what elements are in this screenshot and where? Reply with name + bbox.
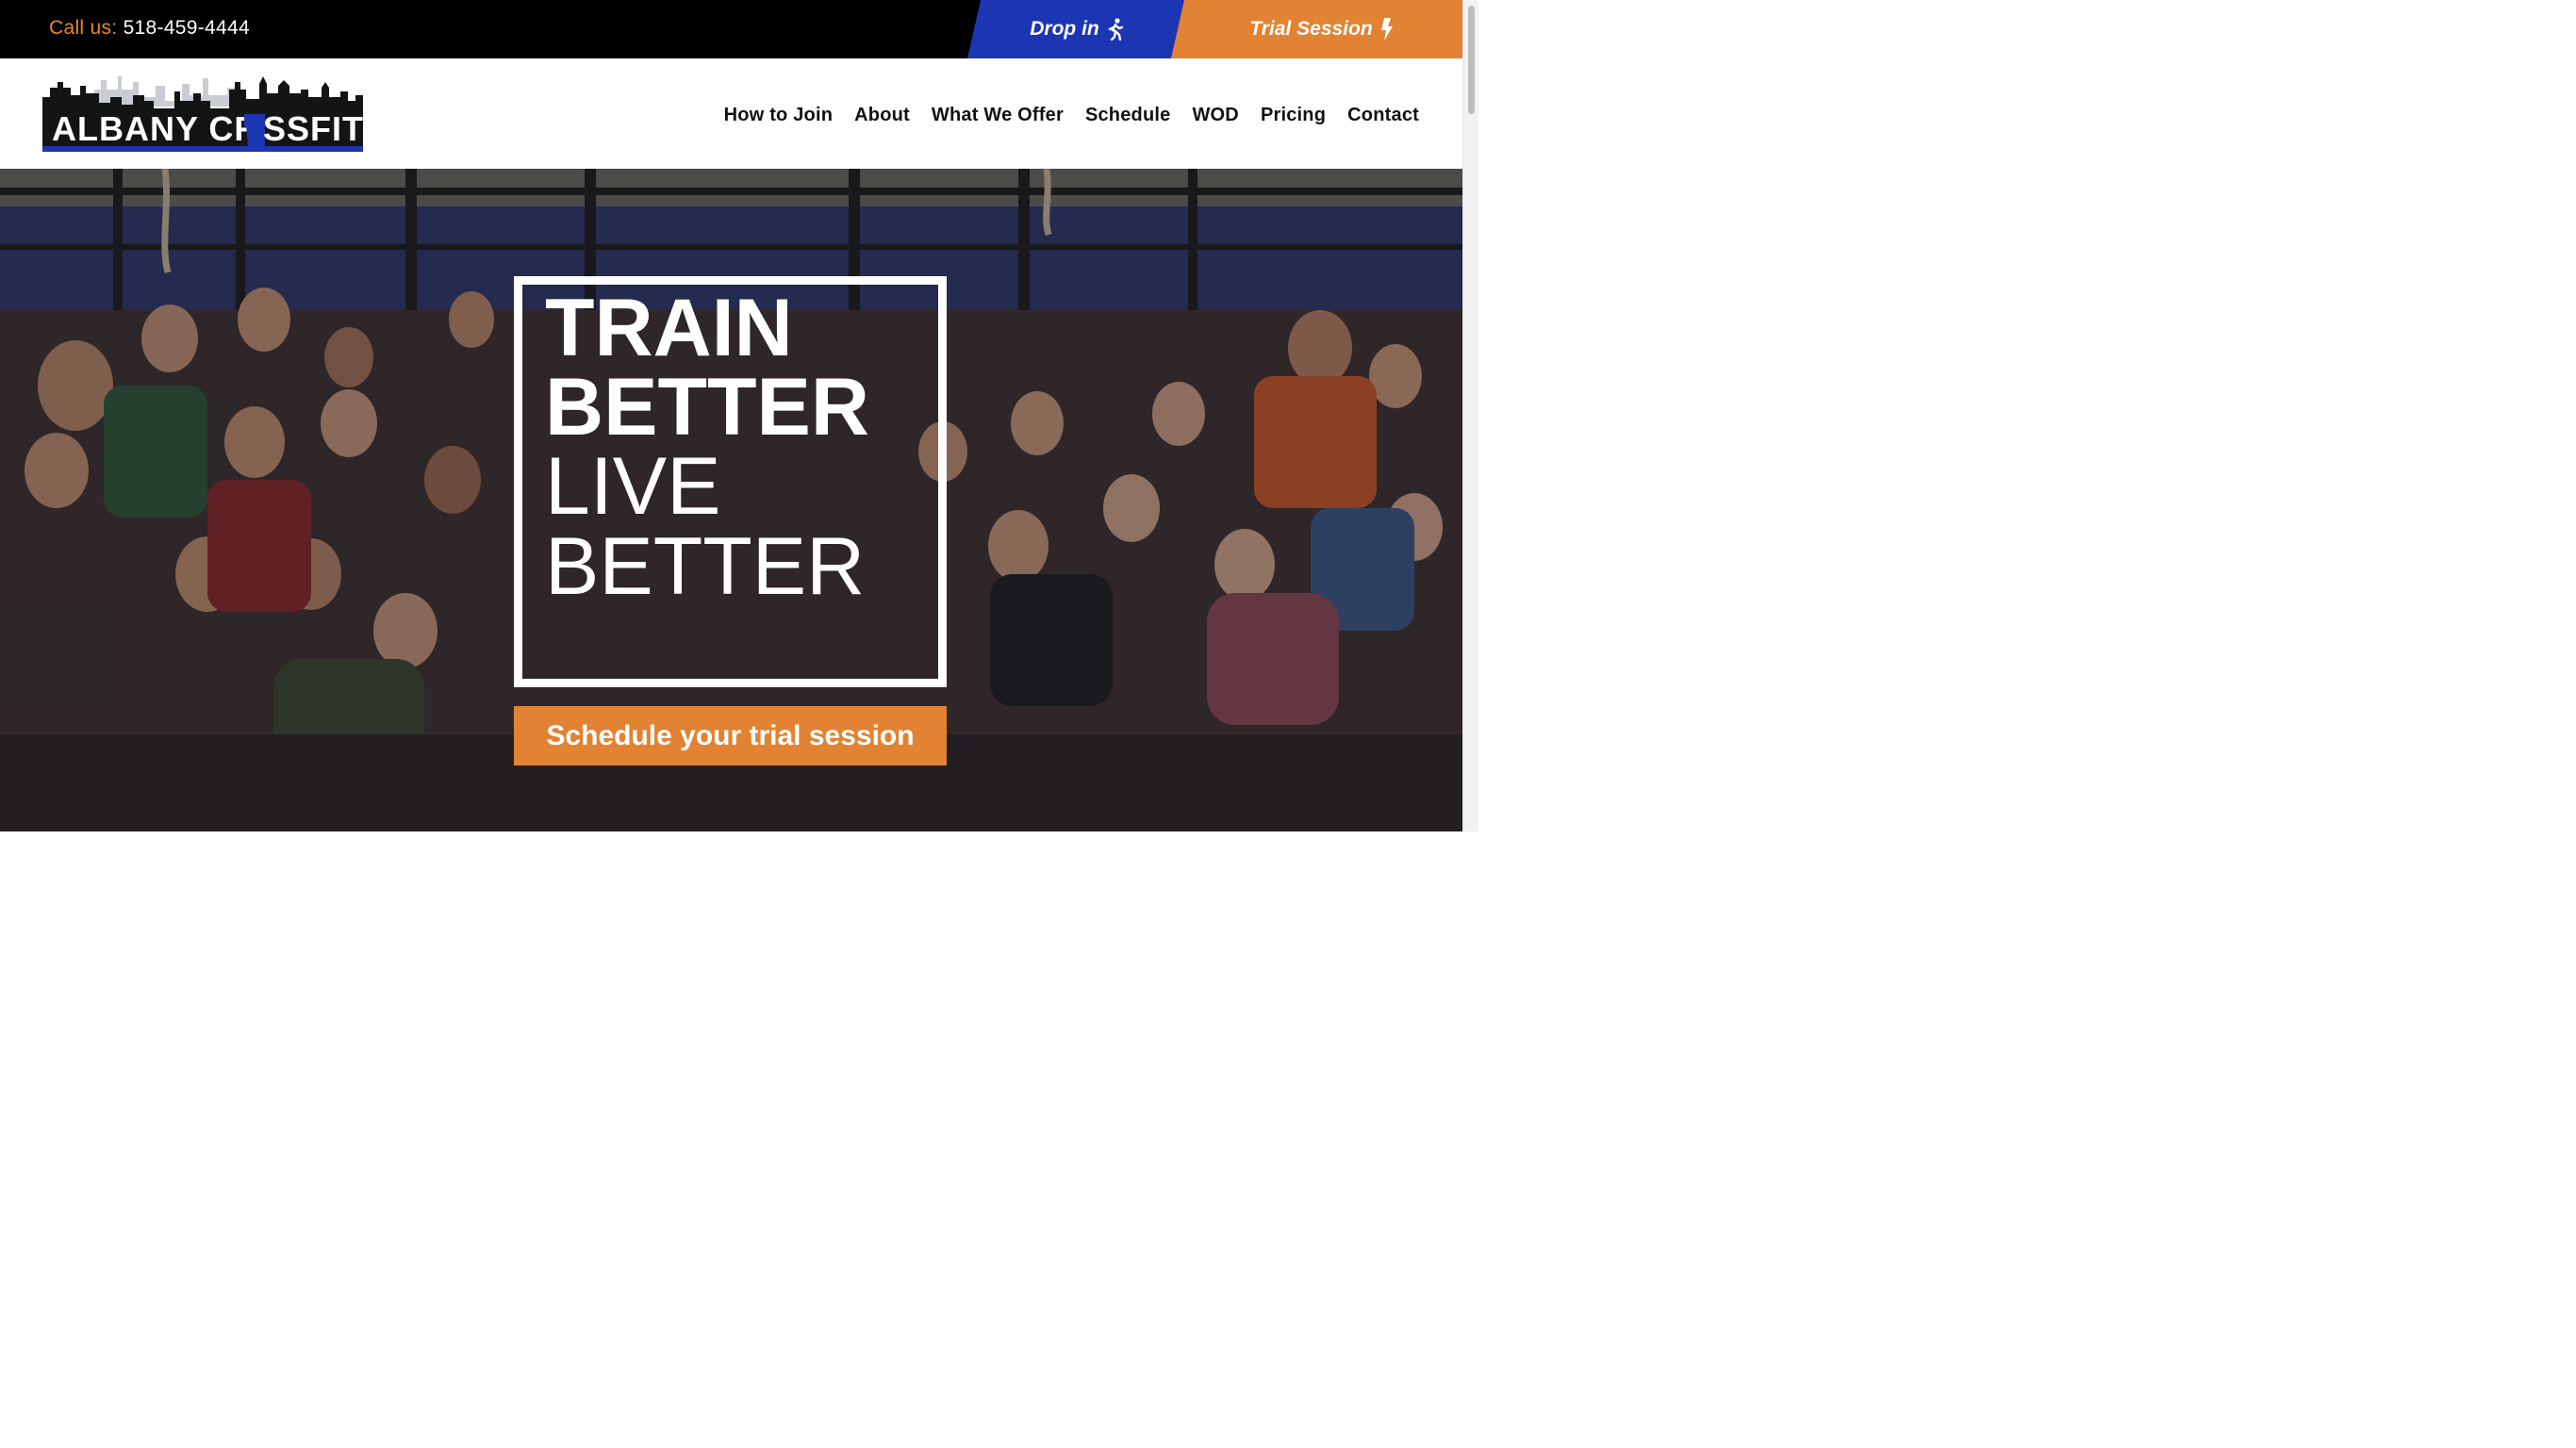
trial-session-button[interactable]: Trial Session: [1171, 0, 1462, 58]
headline-line-3: LIVE: [545, 441, 721, 532]
headline-line-2: BETTER: [545, 362, 869, 452]
nav-contact[interactable]: Contact: [1347, 105, 1419, 126]
call-label: Call us:: [49, 17, 118, 39]
scrollbar-thumb[interactable]: [1468, 6, 1475, 114]
headline-line-4: BETTER: [545, 521, 866, 612]
nav-schedule[interactable]: Schedule: [1085, 105, 1171, 126]
site-header: ALBANY CR SSFIT How to Join About What W…: [0, 58, 1462, 169]
page-scrollbar[interactable]: [1462, 0, 1478, 831]
drop-in-button[interactable]: Drop in: [967, 0, 1186, 58]
main-nav: How to Join About What We Offer Schedule…: [724, 105, 1419, 126]
lightning-bolt-icon: [1380, 18, 1393, 41]
hero-headline: TRAIN BETTER LIVE BETTER: [545, 288, 869, 607]
logo-text-right: SSFIT: [263, 109, 363, 148]
nav-how-to-join[interactable]: How to Join: [724, 105, 834, 126]
drop-in-label: Drop in: [1030, 18, 1099, 40]
nav-what-we-offer[interactable]: What We Offer: [932, 105, 1064, 126]
logo-text-left: ALBANY CR: [52, 109, 259, 148]
call-us[interactable]: Call us: 518-459-4444: [49, 17, 250, 40]
nav-pricing[interactable]: Pricing: [1261, 105, 1326, 126]
logo-graphic: ALBANY CR SSFIT: [42, 76, 363, 152]
schedule-trial-button[interactable]: Schedule your trial session: [514, 706, 947, 765]
albany-crossfit-logo[interactable]: ALBANY CR SSFIT: [42, 73, 363, 152]
hero-section: TRAIN BETTER LIVE BETTER Schedule your t…: [0, 169, 1462, 831]
top-bar: Call us: 518-459-4444 Drop in Trial Sess…: [0, 0, 1462, 58]
phone-number[interactable]: 518-459-4444: [124, 17, 250, 39]
trial-session-label: Trial Session: [1249, 18, 1373, 40]
headline-line-1: TRAIN: [545, 283, 793, 373]
nav-about[interactable]: About: [854, 105, 910, 126]
nav-wod[interactable]: WOD: [1192, 105, 1238, 126]
walking-person-icon: [1107, 18, 1124, 41]
